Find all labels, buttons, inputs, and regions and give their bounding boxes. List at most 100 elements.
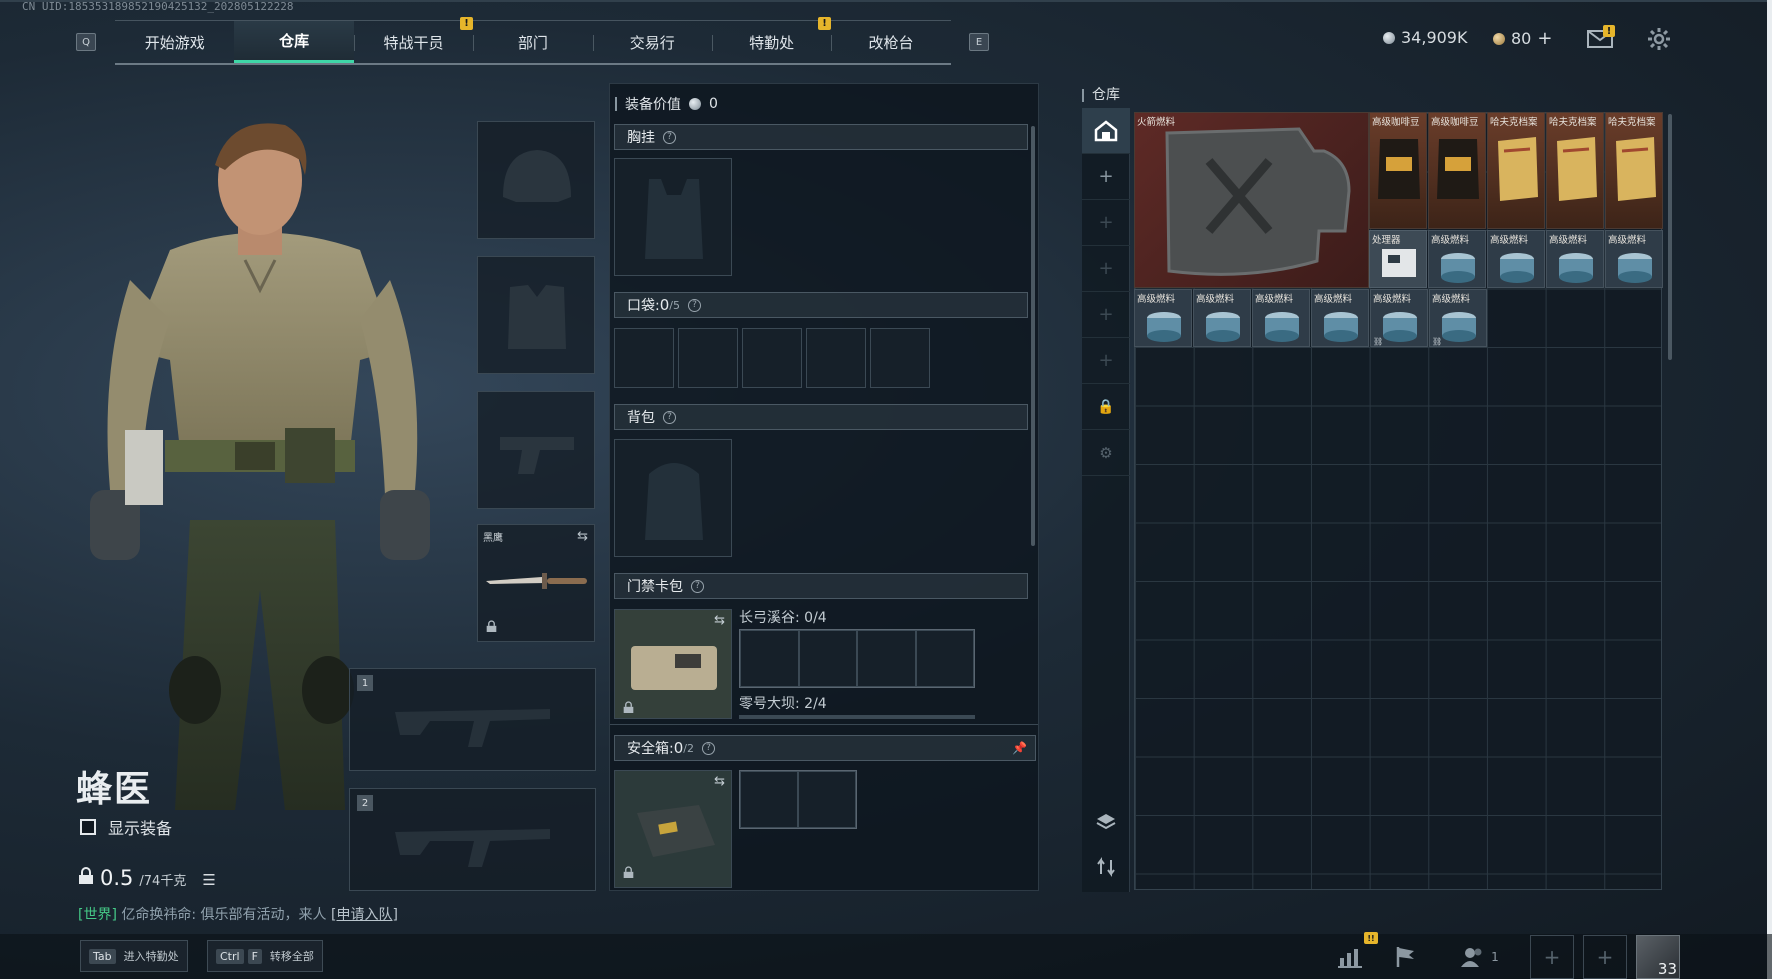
- chest-rig-label: 胸挂: [627, 130, 655, 146]
- body-armor-icon: [508, 285, 566, 349]
- item-name: 哈夫克档案: [1490, 117, 1538, 128]
- warehouse-icon: [1094, 119, 1118, 141]
- help-icon[interactable]: ?: [701, 741, 715, 755]
- sort-button[interactable]: [1082, 844, 1130, 890]
- pocket-slot[interactable]: [614, 328, 674, 388]
- fuel-can-icon: [1383, 312, 1417, 342]
- tab-start-game[interactable]: 开始游戏: [115, 21, 234, 63]
- primary-weapon-slot-1[interactable]: 1: [349, 668, 596, 771]
- pocket-slot[interactable]: [678, 328, 738, 388]
- storage-settings-button[interactable]: ⚙: [1082, 430, 1130, 476]
- keycard-slot[interactable]: [798, 630, 857, 687]
- add-storage-button[interactable]: +: [1082, 246, 1130, 292]
- prev-tab-key[interactable]: Q: [76, 33, 96, 51]
- storage-home-button[interactable]: [1082, 108, 1130, 154]
- apply-join-link[interactable]: [申请入队]: [331, 907, 398, 923]
- keycard-case-slot[interactable]: ⇆: [614, 609, 732, 719]
- knife-icon: [486, 573, 587, 589]
- pocket-slot[interactable]: [742, 328, 802, 388]
- jerrycan-icon: [1165, 127, 1351, 276]
- keycard-slot[interactable]: [915, 630, 974, 687]
- storage-item[interactable]: 哈夫克档案: [1546, 112, 1604, 229]
- silver-coin-icon: [689, 98, 701, 110]
- fuel-can-icon: [1206, 312, 1240, 342]
- storage-item[interactable]: 高级咖啡豆: [1428, 112, 1486, 229]
- storage-item[interactable]: 处理器: [1369, 230, 1427, 288]
- settings-gear-icon[interactable]: [1647, 27, 1671, 55]
- pin-icon[interactable]: 📌: [1012, 741, 1027, 755]
- enter-special-ops-button[interactable]: Tab 进入特勤处: [80, 940, 188, 972]
- locked-storage-button[interactable]: 🔒: [1082, 384, 1130, 430]
- storage-item[interactable]: 哈夫克档案: [1487, 112, 1545, 229]
- backpack-slot[interactable]: [614, 439, 732, 557]
- storage-item[interactable]: 高级燃料: [1134, 289, 1192, 347]
- next-tab-key[interactable]: E: [969, 33, 989, 51]
- storage-item[interactable]: 高级燃料: [1311, 289, 1369, 347]
- keycard-slot[interactable]: [857, 630, 916, 687]
- tab-operators[interactable]: 特战干员: [353, 21, 473, 63]
- fuel-can-icon: [1147, 312, 1181, 342]
- pocket-slot[interactable]: [870, 328, 930, 388]
- swap-icon[interactable]: ⇆: [714, 613, 725, 628]
- primary-weapon-slot-2[interactable]: 2: [349, 788, 596, 891]
- add-gold-button[interactable]: +: [1537, 28, 1552, 49]
- document-icon: [1616, 137, 1656, 201]
- friends-count: 1: [1491, 950, 1499, 964]
- add-teammate-button[interactable]: +: [1530, 935, 1574, 979]
- storage-item[interactable]: 高级燃料: [1487, 230, 1545, 288]
- armor-slot[interactable]: [477, 256, 595, 374]
- help-icon[interactable]: ?: [691, 579, 704, 593]
- friends-button[interactable]: 1: [1452, 935, 1508, 979]
- pocket-slot[interactable]: [806, 328, 866, 388]
- chest-rig-slot[interactable]: [614, 158, 732, 276]
- tab-trading[interactable]: 交易行: [592, 21, 712, 63]
- tab-special-ops[interactable]: 特勤处: [711, 21, 831, 63]
- storage-item[interactable]: 哈夫克档案: [1605, 112, 1663, 229]
- safebox-slot[interactable]: ⇆: [614, 770, 732, 888]
- storage-item[interactable]: 高级燃料: [1546, 230, 1604, 288]
- storage-item[interactable]: 火箭燃料: [1134, 112, 1369, 288]
- mail-alert-badge: !: [1603, 25, 1615, 37]
- loadout-scrollbar[interactable]: [1031, 126, 1035, 546]
- flag-button[interactable]: [1384, 935, 1428, 979]
- avatar[interactable]: 33: [1636, 935, 1680, 979]
- link-icon: ⛓: [1373, 337, 1384, 346]
- safebox-item-slot[interactable]: [798, 771, 856, 828]
- chat-channel[interactable]: [世界]: [78, 907, 117, 923]
- storage-item[interactable]: 高级燃料: [1428, 230, 1486, 288]
- item-name: 高级燃料: [1255, 294, 1294, 305]
- storage-item[interactable]: 高级燃料: [1605, 230, 1663, 288]
- add-storage-button[interactable]: +: [1082, 338, 1130, 384]
- swap-icon[interactable]: ⇆: [577, 529, 588, 544]
- storage-item[interactable]: 高级燃料: [1252, 289, 1310, 347]
- document-icon: [1498, 137, 1538, 201]
- show-equipment-toggle[interactable]: 显示装备: [80, 815, 172, 839]
- melee-slot[interactable]: 黑鹰 ⇆: [477, 524, 595, 642]
- helmet-slot[interactable]: [477, 121, 595, 239]
- help-icon[interactable]: ?: [663, 410, 676, 424]
- show-equipment-checkbox[interactable]: [80, 819, 96, 835]
- help-icon[interactable]: ?: [687, 298, 701, 312]
- storage-item[interactable]: 高级燃料 ⛓: [1370, 289, 1428, 347]
- tab-storage[interactable]: 仓库: [234, 21, 354, 63]
- tab-gunsmith[interactable]: 改枪台: [831, 21, 950, 63]
- keycard-slot[interactable]: [740, 630, 799, 687]
- storage-scrollbar[interactable]: [1668, 114, 1672, 360]
- helmet-icon: [503, 150, 571, 202]
- add-storage-button[interactable]: +: [1082, 292, 1130, 338]
- storage-item[interactable]: 高级燃料: [1193, 289, 1251, 347]
- pistol-slot[interactable]: [477, 391, 595, 509]
- processor-icon: [1382, 249, 1416, 277]
- storage-item[interactable]: 高级咖啡豆: [1369, 112, 1427, 229]
- safebox-item-slot[interactable]: [740, 771, 798, 828]
- tab-department[interactable]: 部门: [473, 21, 592, 63]
- swap-icon[interactable]: ⇆: [714, 774, 725, 789]
- layers-button[interactable]: [1082, 798, 1130, 844]
- add-storage-button[interactable]: +: [1082, 200, 1130, 246]
- add-teammate-button[interactable]: +: [1583, 935, 1627, 979]
- transfer-all-button[interactable]: Ctrl F 转移全部: [207, 940, 323, 972]
- add-storage-button[interactable]: +: [1082, 154, 1130, 200]
- help-icon[interactable]: ?: [663, 130, 676, 144]
- storage-item[interactable]: 高级燃料 ⛓: [1429, 289, 1487, 347]
- list-icon[interactable]: ☰: [202, 871, 215, 889]
